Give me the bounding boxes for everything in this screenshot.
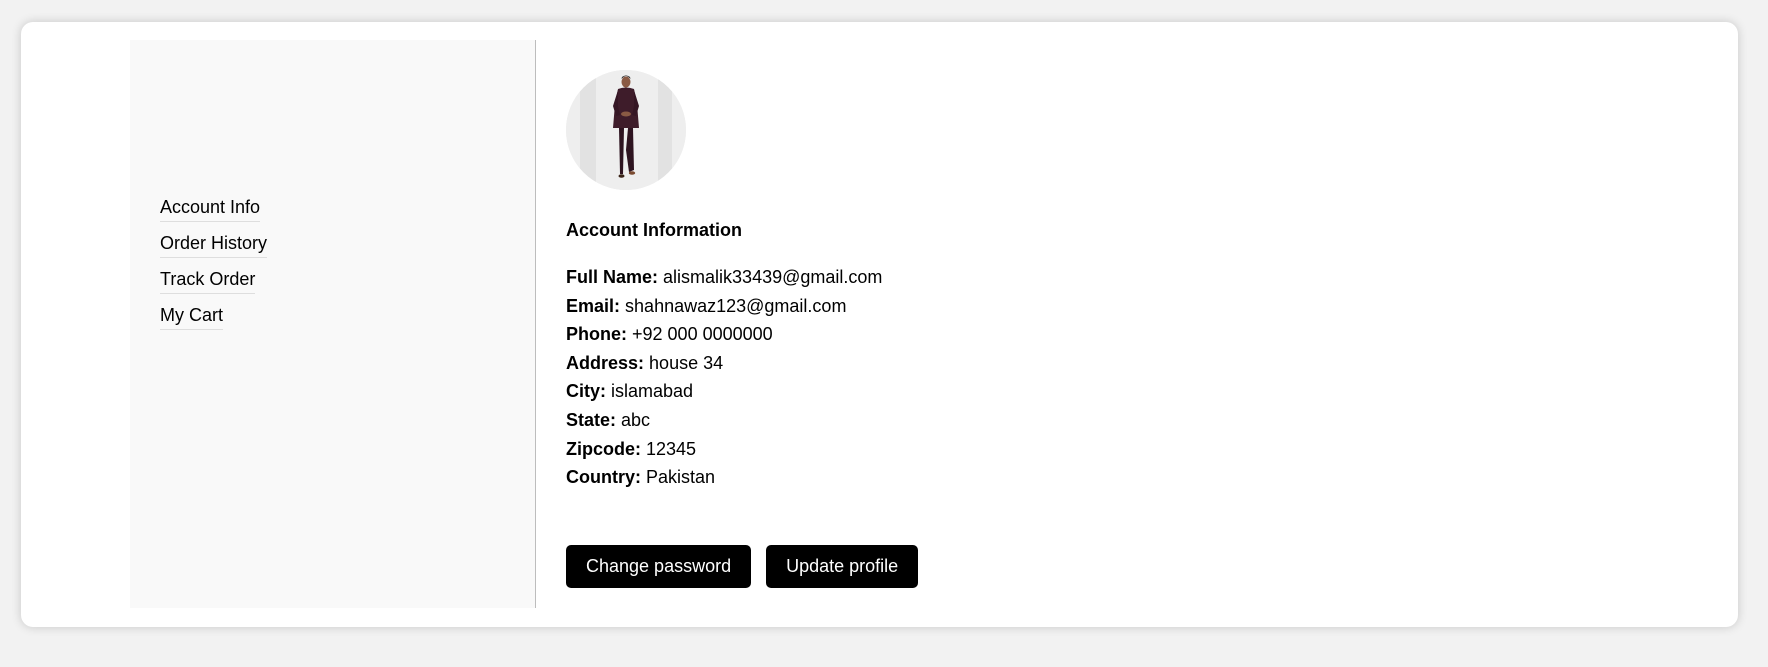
info-label: Email: <box>566 295 621 316</box>
info-row-city: City: islamabad <box>566 377 1266 406</box>
info-label: Address: <box>566 352 645 373</box>
account-info-list: Full Name: alismalik33439@gmail.com Emai… <box>566 263 1266 492</box>
account-sidebar: Account Info Order History Track Order M… <box>130 40 536 608</box>
info-row-phone: Phone: +92 000 0000000 <box>566 320 1266 349</box>
sidebar-item-my-cart[interactable]: My Cart <box>160 304 223 330</box>
person-photo-icon <box>566 70 686 190</box>
account-content: Account Information Full Name: alismalik… <box>566 70 1266 588</box>
info-row-full-name: Full Name: alismalik33439@gmail.com <box>566 263 1266 292</box>
info-value: alismalik33439@gmail.com <box>663 267 883 287</box>
info-value: house 34 <box>649 352 724 373</box>
info-row-state: State: abc <box>566 406 1266 435</box>
info-value: abc <box>621 409 651 430</box>
info-label: Phone: <box>566 324 627 345</box>
info-label: Country: <box>566 467 641 488</box>
info-row-country: Country: Pakistan <box>566 463 1266 492</box>
info-row-email: Email: shahnawaz123@gmail.com <box>566 292 1266 321</box>
sidebar-item-account-info[interactable]: Account Info <box>160 196 261 222</box>
profile-actions: Change password Update profile <box>566 544 1266 588</box>
sidebar-item-track-order[interactable]: Track Order <box>160 268 256 294</box>
info-value: islamabad <box>611 381 694 402</box>
info-label: Zipcode: <box>566 438 641 459</box>
avatar <box>566 70 686 190</box>
change-password-button[interactable]: Change password <box>566 544 752 588</box>
account-card: Account Info Order History Track Order M… <box>21 22 1738 627</box>
info-label: State: <box>566 409 617 430</box>
info-label: City: <box>566 381 606 402</box>
info-row-zipcode: Zipcode: 12345 <box>566 435 1266 464</box>
info-label: Full Name: <box>566 267 659 287</box>
info-value: Pakistan <box>646 467 716 488</box>
info-value: +92 000 0000000 <box>632 324 773 345</box>
section-title: Account Information <box>566 220 742 240</box>
account-menu: Account Info Order History Track Order M… <box>160 196 268 340</box>
info-row-address: Address: house 34 <box>566 349 1266 378</box>
sidebar-item-order-history[interactable]: Order History <box>160 232 268 258</box>
info-value: 12345 <box>646 438 697 459</box>
update-profile-button[interactable]: Update profile <box>766 544 919 588</box>
info-value: shahnawaz123@gmail.com <box>625 295 847 316</box>
